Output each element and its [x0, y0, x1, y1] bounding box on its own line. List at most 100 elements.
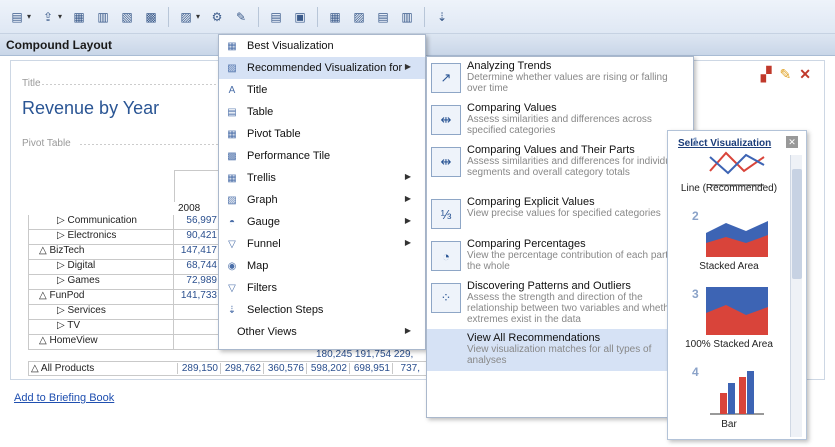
stacked-area-100-icon [706, 287, 768, 335]
view-icon[interactable]: ▨ [348, 6, 370, 28]
row-label[interactable]: △ FunPod [28, 290, 174, 305]
menu-item-label: Gauge [247, 216, 281, 228]
print-dropdown-icon[interactable]: ▾ [27, 12, 31, 21]
funnel-icon: ▽ [228, 238, 236, 250]
table-row: ▷ Communication 56,997 [28, 215, 220, 230]
recommendation-comparing-percentages[interactable]: ◔ Comparing Percentages View the percentag… [427, 235, 693, 277]
row-label[interactable]: ▷ TV [28, 320, 174, 335]
pivot-icon[interactable]: ▧ [116, 6, 138, 28]
menu-item-label: Selection Steps [247, 304, 324, 316]
recommendation-discovering-patterns-and-outliers[interactable]: ⁘ Discovering Patterns and Outliers Assess… [427, 277, 693, 329]
trend-icon: ↗ [431, 63, 461, 93]
menu-item-funnel[interactable]: ▽ Funnel ▶ [219, 233, 425, 255]
row-label[interactable]: ▷ Electronics [28, 230, 174, 245]
compare-icon: ⇹ [431, 105, 461, 135]
new-view-dropdown-icon[interactable]: ▾ [196, 12, 200, 21]
all-products-value: 289,150 [177, 363, 220, 374]
row-value: 72,989 [174, 275, 220, 290]
new-view-menu: ▦ Best Visualization ▨ Recommended Visualiz… [218, 34, 426, 350]
refresh-icon[interactable]: ▦ [68, 6, 90, 28]
table-row: △ FunPod 141,733 [28, 290, 220, 305]
line-chart-icon [709, 151, 765, 186]
recommendation-comparing-values-and-their-parts[interactable]: ⇹ Comparing Values and Their Parts Assess … [427, 141, 693, 193]
recommended-visualization-submenu: ↗ Analyzing Trends Determine whether value… [426, 56, 694, 418]
title-icon: A [228, 84, 236, 96]
menu-item-label: Funnel [247, 238, 281, 250]
menu-item-label: Recommended Visualization for [247, 62, 403, 74]
parts-icon: ⇹ [431, 147, 461, 177]
page-title: Revenue by Year [22, 98, 160, 118]
edit-props-icon[interactable]: ▞ [761, 66, 772, 83]
menu-item-graph[interactable]: ▨ Graph ▶ [219, 189, 425, 211]
row-label[interactable]: △ HomeView [28, 335, 174, 350]
row-label[interactable]: ▷ Digital [28, 260, 174, 275]
menu-item-other-views[interactable]: Other Views ▶ [219, 321, 425, 343]
pivot-header-box [174, 170, 220, 202]
close-icon[interactable]: ✕ [786, 136, 798, 148]
menu-item-table[interactable]: ▤ Table [219, 101, 425, 123]
pivot-table-icon: ▦ [227, 128, 237, 140]
menu-item-label: Title [247, 84, 268, 96]
add-to-briefing-book-link[interactable]: Add to Briefing Book [14, 392, 114, 404]
menu-item-label: Other Views [237, 326, 297, 338]
row-label[interactable]: △ BizTech [28, 245, 174, 260]
viz-option-label: 100% Stacked Area [685, 339, 773, 350]
recommendation-title: Analyzing Trends [467, 60, 552, 72]
year-header: 2008 [178, 203, 201, 214]
table-row: ▷ Electronics 90,421 [28, 230, 220, 245]
menu-item-pivot-table[interactable]: ▦ Pivot Table [219, 123, 425, 145]
recommendation-analyzing-trends[interactable]: ↗ Analyzing Trends Determine whether value… [427, 57, 693, 99]
layout-icon[interactable]: ▤ [265, 6, 287, 28]
toolbar-separator [424, 6, 426, 27]
new-view-icon[interactable]: ▨ [175, 6, 197, 28]
settings-icon[interactable]: ▦ [324, 6, 346, 28]
map-icon: ◉ [227, 260, 237, 272]
scrollbar-thumb[interactable] [792, 169, 802, 279]
menu-item-performance-tile[interactable]: ▩ Performance Tile [219, 145, 425, 167]
recommendation-comparing-values[interactable]: ⇹ Comparing Values Assess similarities and… [427, 99, 693, 141]
menu-item-filters[interactable]: ▽ Filters [219, 277, 425, 299]
calculator-icon[interactable]: ▩ [140, 6, 162, 28]
menu-item-label: Performance Tile [247, 150, 331, 162]
recommendation-comparing-explicit-values[interactable]: ⅓ Comparing Explicit Values View precise v… [427, 193, 693, 235]
table-row: △ HomeView [28, 335, 220, 350]
menu-item-gauge[interactable]: ◓ Gauge ▶ [219, 211, 425, 233]
formula-icon[interactable]: ▤ [372, 6, 394, 28]
menu-item-title[interactable]: A Title [219, 79, 425, 101]
selection-steps-icon: ⇣ [227, 304, 237, 316]
row-value [174, 320, 220, 335]
sort-icon[interactable]: ✎ [230, 6, 252, 28]
row-label[interactable]: ▷ Games [28, 275, 174, 290]
table-row: ▷ TV [28, 320, 220, 335]
selection-step-icon[interactable]: ⇣ [431, 6, 453, 28]
toolbar-separator [317, 6, 319, 27]
column-icon[interactable]: ▥ [396, 6, 418, 28]
all-products-value: 298,762 [220, 363, 263, 374]
submenu-arrow-icon: ▶ [404, 326, 411, 335]
menu-item-recommended-visualization-for[interactable]: ▨ Recommended Visualization for ▶ [219, 57, 425, 79]
pie-icon: ◔ [431, 241, 461, 271]
close-icon[interactable]: ✕ [799, 66, 811, 83]
recommendation-title: Comparing Values [467, 102, 557, 114]
menu-item-trellis[interactable]: ▦ Trellis ▶ [219, 167, 425, 189]
scrollbar[interactable] [790, 155, 802, 437]
export-dropdown-icon[interactable]: ▾ [58, 12, 62, 21]
filter-icon[interactable]: ▣ [289, 6, 311, 28]
calc-item-icon[interactable]: ⚙ [206, 6, 228, 28]
print-icon[interactable]: ▤ [6, 6, 28, 28]
menu-item-best-visualization[interactable]: ▦ Best Visualization [219, 35, 425, 57]
menu-item-label: Filters [247, 282, 277, 294]
table-row: ▷ Services [28, 305, 220, 320]
menu-item-selection-steps[interactable]: ⇣ Selection Steps [219, 299, 425, 321]
menu-item-map[interactable]: ◉ Map [219, 255, 425, 277]
row-value: 90,421 [174, 230, 220, 245]
submenu-arrow-icon: ▶ [404, 194, 411, 203]
export-icon[interactable]: ⇪ [37, 6, 59, 28]
pencil-icon[interactable]: ✎ [780, 66, 792, 83]
table-grid-icon: ▦ [227, 40, 237, 52]
table-icon[interactable]: ▥ [92, 6, 114, 28]
row-label[interactable]: ▷ Services [28, 305, 174, 320]
row-label[interactable]: ▷ Communication [28, 215, 174, 230]
recommendation-view-all-recommendations[interactable]: View All Recommendations View visualizati… [427, 329, 693, 371]
performance-tile-icon: ▩ [227, 150, 237, 162]
